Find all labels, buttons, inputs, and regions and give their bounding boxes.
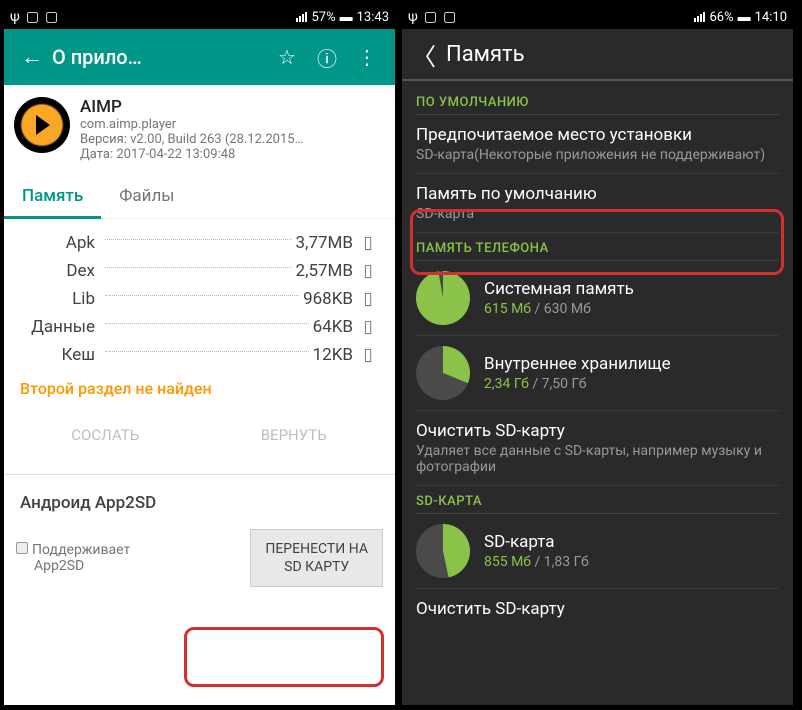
usb-icon: ψ (10, 9, 20, 25)
tab-memory[interactable]: Память (4, 174, 101, 218)
revert-button[interactable]: ВЕРНУТЬ (205, 414, 384, 456)
battery-icon: ▬ (340, 9, 353, 25)
back-button[interactable]: ← (12, 44, 52, 70)
default-memory[interactable]: Память по умолчанию SD-карта (416, 174, 779, 233)
phone-icon: ▯ (353, 233, 383, 253)
clock: 14:10 (755, 10, 787, 25)
section-default: ПО УМОЛЧАНИЮ (416, 87, 779, 115)
back-button[interactable]: 〈 (412, 37, 436, 72)
phone-icon: ▯ (353, 261, 383, 281)
pie-chart-icon (416, 524, 470, 578)
battery-percent: 66% (709, 10, 733, 25)
internal-storage[interactable]: Внутреннее хранилище 2,34 Гб / 7,50 Гб (416, 336, 779, 411)
storage-list: Apk 3,77MB ▯ Dex 2,57MB ▯ Lib 968KB ▯ Да… (4, 219, 395, 369)
image-icon: ▢ (26, 9, 39, 25)
memory-settings-panel: ψ ▢ ▢ 66% ▬ 14:10 〈 Память ПО УМОЛЧАНИЮ … (402, 5, 793, 705)
app2sd-panel: ψ ▢ ▢ 57% ▬ 13:43 ← О прило… ☆ ⓘ ⋮ AIMP … (4, 5, 395, 705)
battery-icon: ▬ (738, 9, 751, 25)
app-name: AIMP (80, 97, 385, 117)
header-title: Память (446, 42, 525, 67)
phone-icon: ▯ (353, 345, 383, 365)
app-bar: ← О прило… ☆ ⓘ ⋮ (4, 29, 395, 85)
info-button[interactable]: ⓘ (307, 43, 347, 72)
image-icon: ▢ (424, 9, 437, 25)
app-info-section: AIMP com.aimp.player Версия: v2.00, Buil… (4, 85, 395, 174)
usb-icon: ψ (408, 9, 418, 25)
app-version: Версия: v2.00, Build 263 (28.12.2015… (80, 132, 360, 147)
status-bar: ψ ▢ ▢ 66% ▬ 14:10 (402, 5, 793, 29)
app-package: com.aimp.player (80, 117, 385, 132)
phone-icon: ▯ (353, 317, 383, 337)
storage-row-apk: Apk 3,77MB ▯ (16, 229, 383, 257)
clock: 13:43 (357, 10, 389, 25)
storage-row-dex: Dex 2,57MB ▯ (16, 257, 383, 285)
sd-card-storage[interactable]: SD-карта 855 Мб / 1,83 Гб (416, 514, 779, 589)
pie-chart-icon (416, 346, 470, 400)
page-title: О прило… (52, 45, 267, 69)
menu-button[interactable]: ⋮ (347, 45, 387, 69)
pie-chart-icon (416, 271, 470, 325)
battery-percent: 57% (311, 10, 335, 25)
tab-files[interactable]: Файлы (101, 174, 192, 218)
signal-icon (296, 12, 307, 22)
move-to-sd-button[interactable]: ПЕРЕНЕСТИ НАSD КАРТУ (250, 529, 383, 587)
status-bar: ψ ▢ ▢ 57% ▬ 13:43 (4, 5, 395, 29)
settings-header: 〈 Память (402, 29, 793, 81)
section-phone-memory: ПАМЯТЬ ТЕЛЕФОНА (416, 233, 779, 261)
preferred-install-location[interactable]: Предпочитаемое место установки SD-карта(… (416, 115, 779, 174)
storage-row-data: Данные 64KB ▯ (16, 313, 383, 341)
section-app2sd: Андроид App2SD (4, 487, 395, 519)
phone-icon: ▯ (353, 289, 383, 309)
warning-text: Второй раздел не найден (4, 369, 395, 408)
highlight-annotation (184, 627, 384, 687)
link-button[interactable]: СОСЛАТЬ (16, 414, 195, 456)
storage-row-cache: Кеш 12KB ▯ (16, 341, 383, 369)
support-label: Поддерживает App2SD (16, 542, 240, 574)
favorite-button[interactable]: ☆ (267, 45, 307, 69)
clear-sd-card-2[interactable]: Очистить SD-карту (416, 589, 779, 629)
app-date: Дата: 2017-04-22 13:09:48 (80, 147, 385, 162)
checkbox-icon (16, 542, 28, 554)
tabs: Память Файлы (4, 174, 395, 219)
clear-sd-card[interactable]: Очистить SD-карту Удаляет все данные с S… (416, 411, 779, 486)
system-memory[interactable]: Системная память 615 Мб / 630 Мб (416, 261, 779, 336)
signal-icon (694, 12, 705, 22)
storage-row-lib: Lib 968KB ▯ (16, 285, 383, 313)
image-icon-2: ▢ (443, 9, 456, 25)
app-icon (14, 97, 70, 153)
section-sd-card: SD-КАРТА (416, 486, 779, 514)
image-icon-2: ▢ (45, 9, 58, 25)
